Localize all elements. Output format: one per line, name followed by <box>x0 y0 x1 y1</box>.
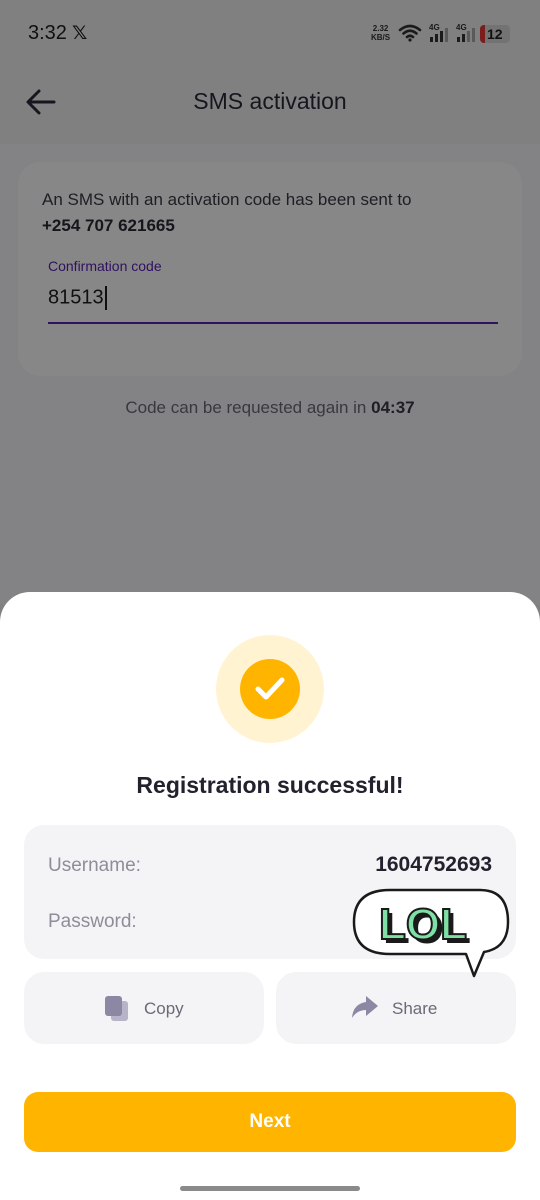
sticker-text: LOL <box>379 900 467 949</box>
password-label: Password: <box>48 911 137 932</box>
registration-success-sheet: Registration successful! Username: 16047… <box>0 592 540 1200</box>
copy-button[interactable]: Copy <box>24 972 264 1044</box>
sheet-title: Registration successful! <box>136 772 404 798</box>
share-button-label: Share <box>392 999 438 1018</box>
copy-button-label: Copy <box>144 999 184 1018</box>
copy-icon <box>105 996 128 1021</box>
username-value: 1604752693 <box>375 853 492 876</box>
checkmark-circle-icon <box>216 635 324 743</box>
share-arrow-icon <box>352 996 378 1018</box>
lol-sticker: LOL LOL <box>352 888 510 978</box>
next-button[interactable]: Next <box>24 1092 516 1152</box>
username-label: Username: <box>48 855 141 876</box>
home-indicator <box>180 1186 360 1191</box>
